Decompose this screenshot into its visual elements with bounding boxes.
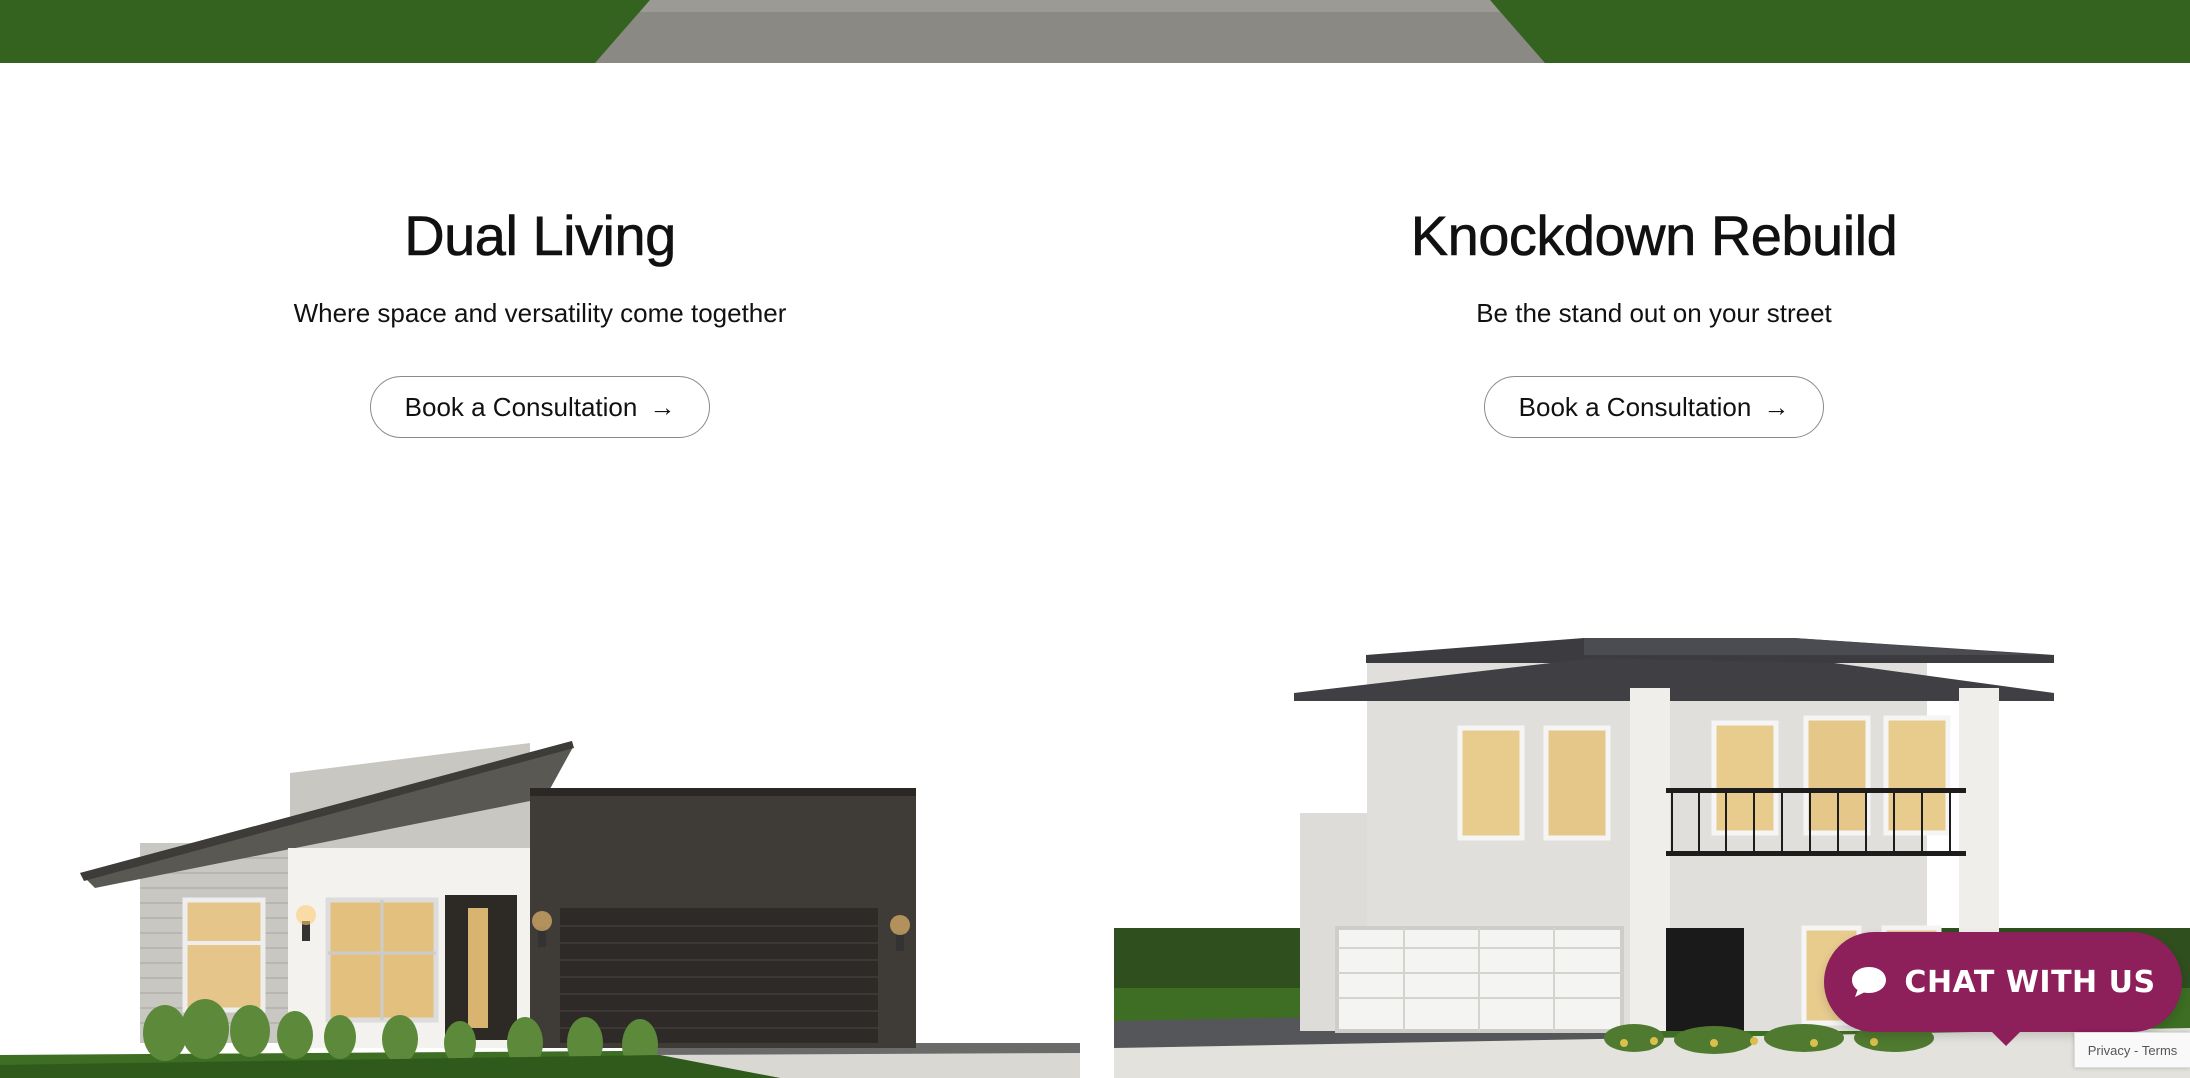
recaptcha-separator: - <box>2130 1042 2142 1058</box>
dual-living-book-consultation-button[interactable]: Book a Consultation → <box>370 376 710 438</box>
chat-label: CHAT WITH US <box>1904 964 2156 1000</box>
knockdown-rebuild-subtitle: Be the stand out on your street <box>1476 298 1832 328</box>
dual-living-card: Dual Living Where space and versatility … <box>0 63 1080 1078</box>
knockdown-rebuild-card: Knockdown Rebuild Be the stand out on yo… <box>1114 63 2190 1078</box>
top-driveway-image <box>0 0 2190 63</box>
dual-living-subtitle: Where space and versatility come togethe… <box>293 298 787 328</box>
recaptcha-privacy-link[interactable]: Privacy <box>2088 1043 2131 1058</box>
chat-with-us-button[interactable]: CHAT WITH US <box>1824 932 2182 1032</box>
chat-tail <box>1988 1028 2024 1046</box>
chat-bubble-icon <box>1852 967 1887 997</box>
button-label: Book a Consultation <box>1518 391 1752 422</box>
knockdown-rebuild-title: Knockdown Rebuild <box>1410 204 1898 268</box>
recaptcha-terms-link[interactable]: Terms <box>2142 1043 2177 1058</box>
arrow-right-icon: → <box>649 392 676 422</box>
dual-living-house-image <box>0 741 1080 1078</box>
recaptcha-badge[interactable]: Privacy - Terms <box>2074 1032 2190 1068</box>
dual-living-title: Dual Living <box>404 204 677 268</box>
button-label: Book a Consultation <box>404 391 638 422</box>
arrow-right-icon: → <box>1763 392 1790 422</box>
knockdown-rebuild-book-consultation-button[interactable]: Book a Consultation → <box>1484 376 1824 438</box>
